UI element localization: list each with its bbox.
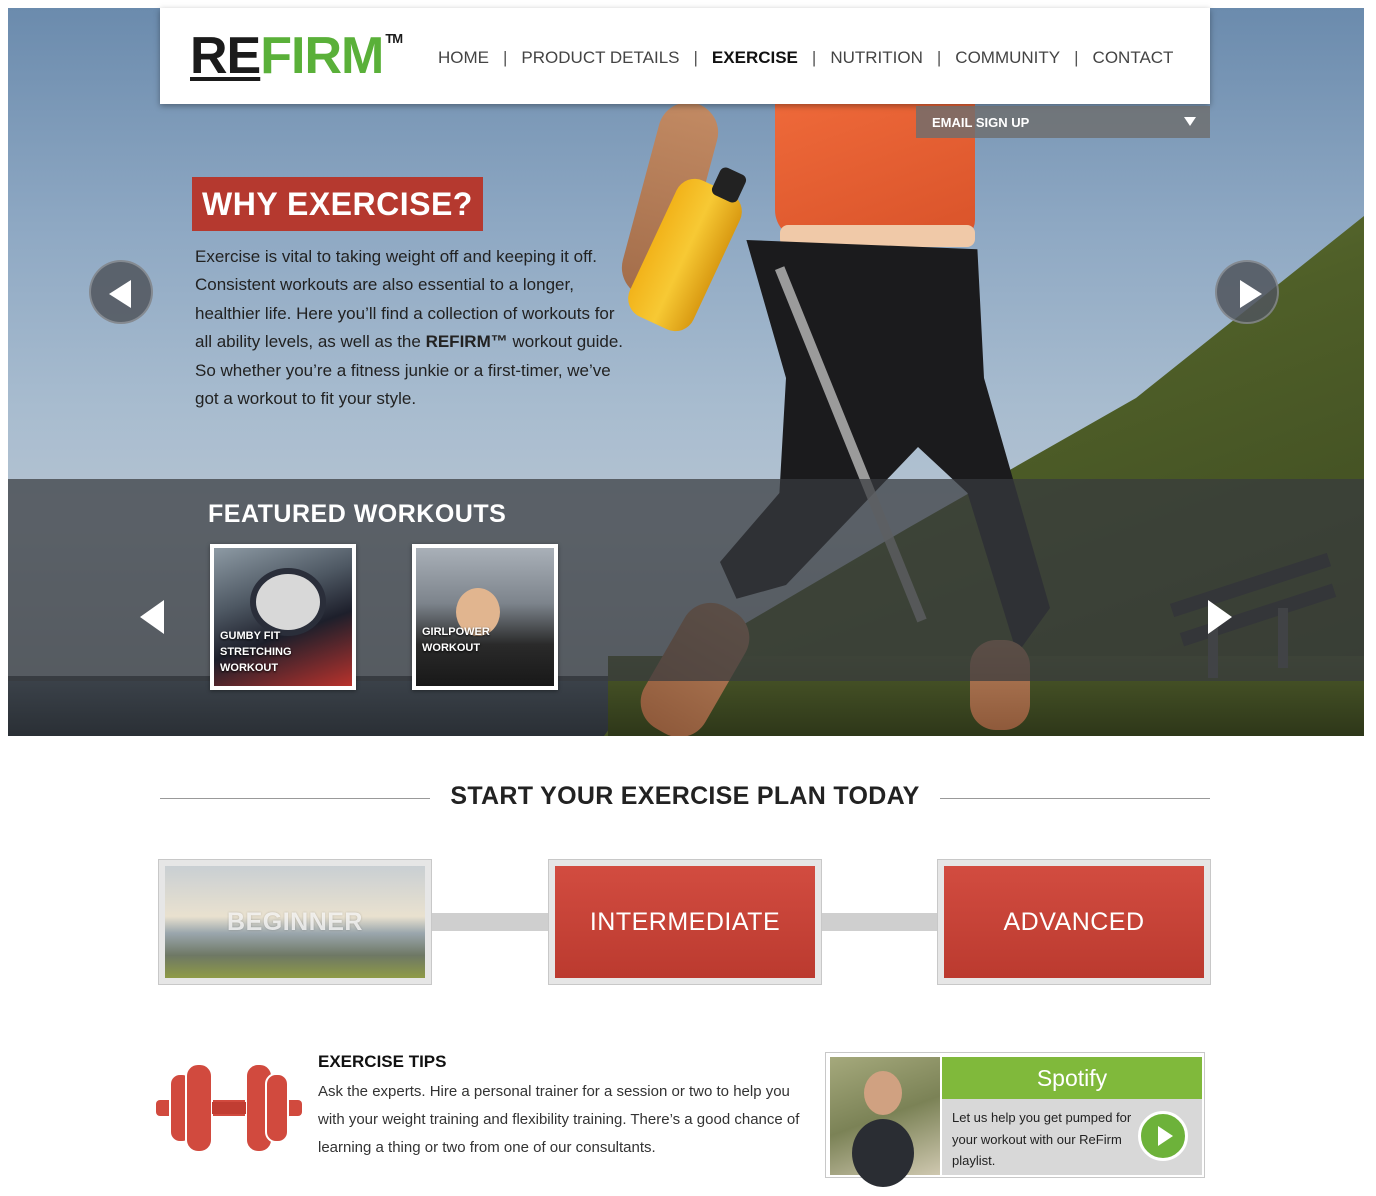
hero-next-button[interactable] xyxy=(1215,260,1279,324)
workout-thumbnail-label: GUMBY FIT STRETCHING WORKOUT xyxy=(220,628,292,676)
refirm-logo[interactable]: REFIRM TM xyxy=(190,27,403,85)
main-nav: HOME | PRODUCT DETAILS | EXERCISE | NUTR… xyxy=(438,48,1173,68)
exercise-tips-text: Ask the experts. Hire a personal trainer… xyxy=(318,1083,800,1156)
level-connector xyxy=(820,913,938,931)
nav-separator: | xyxy=(1074,48,1079,67)
why-exercise-heading: WHY EXERCISE? xyxy=(192,177,483,231)
beginner-plan-button[interactable]: BEGINNER xyxy=(158,859,432,985)
logo-firm: FIRM xyxy=(260,27,384,85)
advanced-label: ADVANCED xyxy=(944,866,1204,978)
level-connector xyxy=(432,913,550,931)
caret-down-icon xyxy=(1184,117,1196,126)
nav-contact[interactable]: CONTACT xyxy=(1093,48,1174,68)
featured-next-arrow-icon[interactable] xyxy=(1208,600,1232,634)
hero-prev-button[interactable] xyxy=(89,260,153,324)
site-header: REFIRM TM HOME | PRODUCT DETAILS | EXERCI… xyxy=(160,8,1210,104)
intermediate-label: INTERMEDIATE xyxy=(555,866,815,978)
hero-sea xyxy=(8,676,708,736)
nav-exercise[interactable]: EXERCISE xyxy=(712,48,798,68)
beginner-label: BEGINNER xyxy=(165,866,425,978)
spotify-playlist-widget[interactable]: Spotify Let us help you get pumped for y… xyxy=(825,1052,1205,1178)
workout-label-line: WORKOUT xyxy=(422,642,481,654)
workout-label-line: STRETCHING xyxy=(220,646,292,658)
dumbbell-icon xyxy=(156,1063,302,1153)
workout-label-line: GUMBY FIT xyxy=(220,630,281,642)
chevron-left-icon xyxy=(109,280,131,308)
exercise-tips-heading: EXERCISE TIPS xyxy=(318,1052,447,1071)
chevron-right-icon xyxy=(1240,280,1262,308)
advanced-plan-button[interactable]: ADVANCED xyxy=(937,859,1211,985)
spotify-message: Let us help you get pumped for your work… xyxy=(952,1110,1132,1168)
email-signup-dropdown[interactable]: EMAIL SIGN UP xyxy=(916,106,1210,138)
workout-label-line: WORKOUT xyxy=(220,662,279,674)
spotify-photo xyxy=(830,1057,940,1175)
nav-separator: | xyxy=(693,48,698,67)
nav-nutrition[interactable]: NUTRITION xyxy=(830,48,923,68)
logo-re: RE xyxy=(190,27,261,85)
logo-tm: TM xyxy=(385,31,403,46)
nav-community[interactable]: COMMUNITY xyxy=(955,48,1060,68)
nav-product-details[interactable]: PRODUCT DETAILS xyxy=(521,48,679,68)
workout-thumbnail-gumby-fit[interactable]: GUMBY FIT STRETCHING WORKOUT xyxy=(210,544,356,690)
nav-home[interactable]: HOME xyxy=(438,48,489,68)
nav-separator: | xyxy=(503,48,508,67)
why-exercise-brand: REFIRM™ xyxy=(425,332,508,352)
spotify-logo: Spotify xyxy=(942,1057,1202,1099)
exercise-plan-heading: START YOUR EXERCISE PLAN TODAY xyxy=(450,782,920,810)
nav-separator: | xyxy=(936,48,942,67)
workout-thumbnail-image xyxy=(416,548,554,686)
workout-thumbnail-label: GIRLPOWER WORKOUT xyxy=(422,624,490,656)
spotify-message-box: Let us help you get pumped for your work… xyxy=(942,1099,1202,1175)
email-signup-label: EMAIL SIGN UP xyxy=(932,114,1030,130)
workout-thumbnail-girlpower[interactable]: GIRLPOWER WORKOUT xyxy=(412,544,558,690)
featured-prev-arrow-icon[interactable] xyxy=(140,600,164,634)
featured-workouts-heading: FEATURED WORKOUTS xyxy=(208,500,507,528)
play-icon[interactable] xyxy=(1138,1111,1188,1161)
why-exercise-text: Exercise is vital to taking weight off a… xyxy=(195,243,635,413)
nav-separator: | xyxy=(811,48,817,67)
workout-label-line: GIRLPOWER xyxy=(422,626,490,638)
intermediate-plan-button[interactable]: INTERMEDIATE xyxy=(548,859,822,985)
